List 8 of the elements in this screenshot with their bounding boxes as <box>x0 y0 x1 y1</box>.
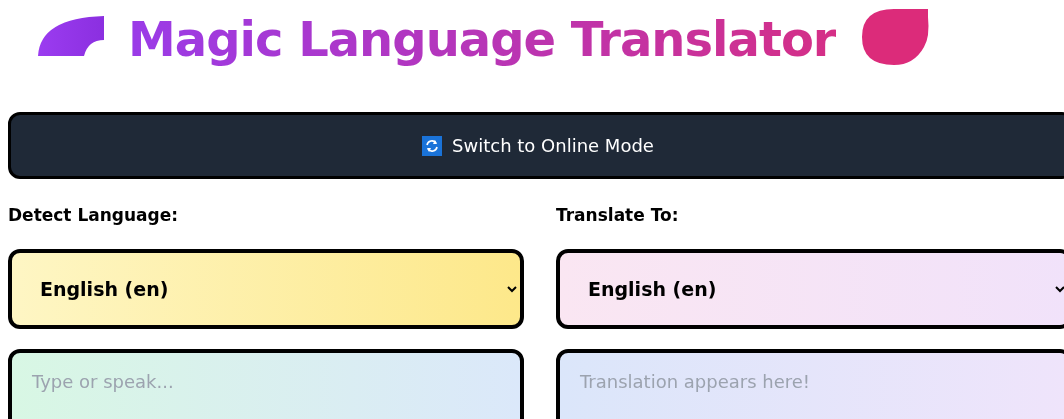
field-label: Detect Language: <box>8 205 180 225</box>
language-select[interactable]: English (en) <box>8 249 524 329</box>
language-select[interactable]: English (en) <box>556 249 1064 329</box>
refresh-icon <box>422 135 443 156</box>
text-area[interactable]: Type or speak... <box>8 349 524 419</box>
switch-mode-button[interactable]: Switch to Online Mode <box>8 112 1064 179</box>
text-area[interactable]: Translation appears here! <box>556 349 1064 419</box>
field-label: Translate To: <box>556 205 680 225</box>
